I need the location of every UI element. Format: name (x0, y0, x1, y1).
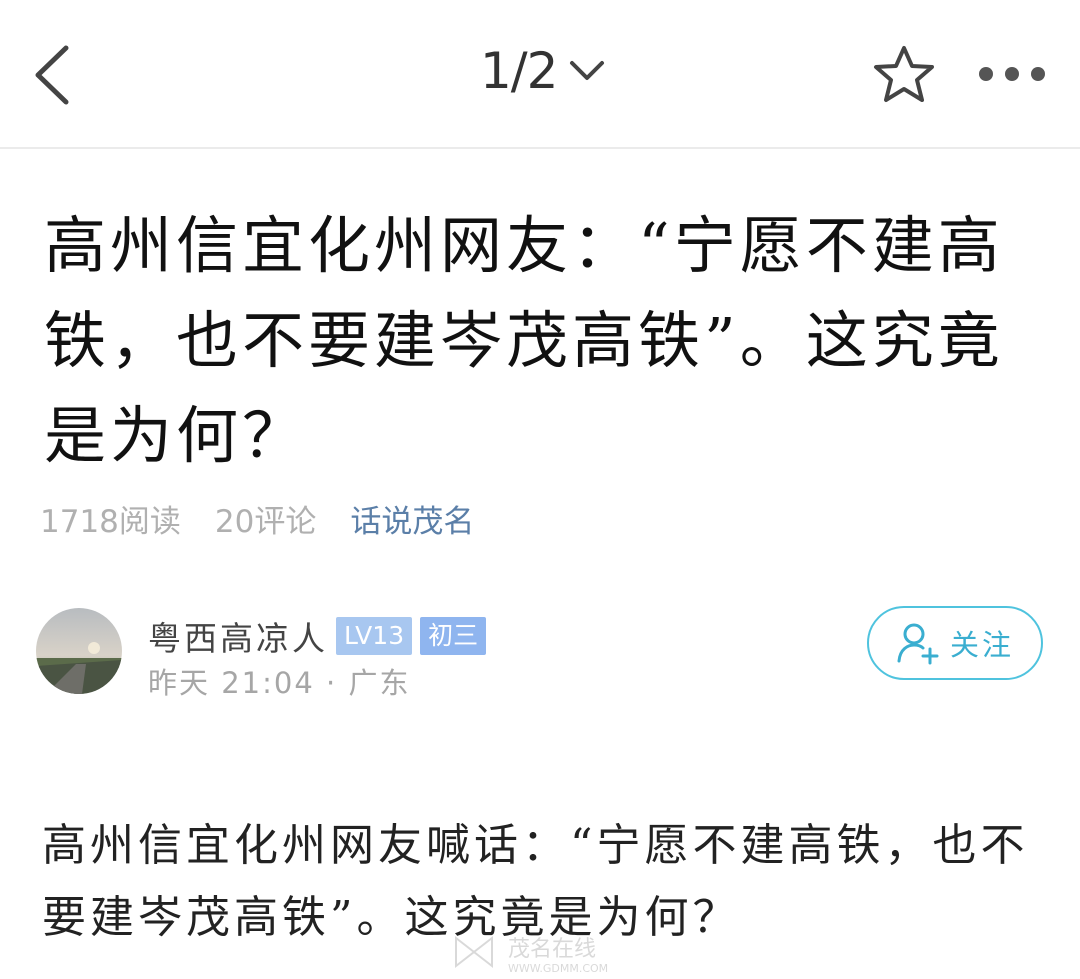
comment-count[interactable]: 20评论 (215, 496, 316, 541)
top-navigation-bar: 1/2 (0, 0, 1080, 149)
avatar[interactable] (36, 608, 122, 694)
star-icon[interactable] (872, 44, 936, 104)
author-name[interactable]: 粤西高凉人 (148, 612, 328, 660)
follow-button[interactable]: 关注 (867, 606, 1043, 680)
page-selector[interactable]: 1/2 (480, 36, 605, 106)
level-badge: LV13 (336, 617, 413, 655)
author-name-row: 粤西高凉人 LV13 初三 (148, 612, 487, 660)
back-icon[interactable] (28, 42, 78, 108)
svg-text:WWW.GDMM.COM: WWW.GDMM.COM (508, 962, 608, 975)
topic-link[interactable]: 话说茂名 (350, 496, 474, 541)
follow-label: 关注 (949, 628, 1014, 662)
rank-badge: 初三 (420, 617, 487, 655)
add-user-icon (897, 623, 939, 665)
post-time-location: 昨天 21:04 · 广东 (148, 666, 411, 700)
svg-text:茂名在线: 茂名在线 (508, 937, 596, 962)
more-icon[interactable] (976, 62, 1048, 86)
post-title: 高州信宜化州网友：“宁愿不建高铁，也不要建岑茂高铁”。这究竟是为何？ (44, 209, 1004, 472)
watermark-logo: 茂名在线 WWW.GDMM.COM (455, 935, 608, 975)
read-count: 1718阅读 (40, 504, 181, 540)
chevron-down-icon (570, 61, 605, 80)
page-indicator: 1/2 (480, 42, 558, 100)
post-meta: 1718阅读 20评论 话说茂名 (40, 496, 474, 541)
